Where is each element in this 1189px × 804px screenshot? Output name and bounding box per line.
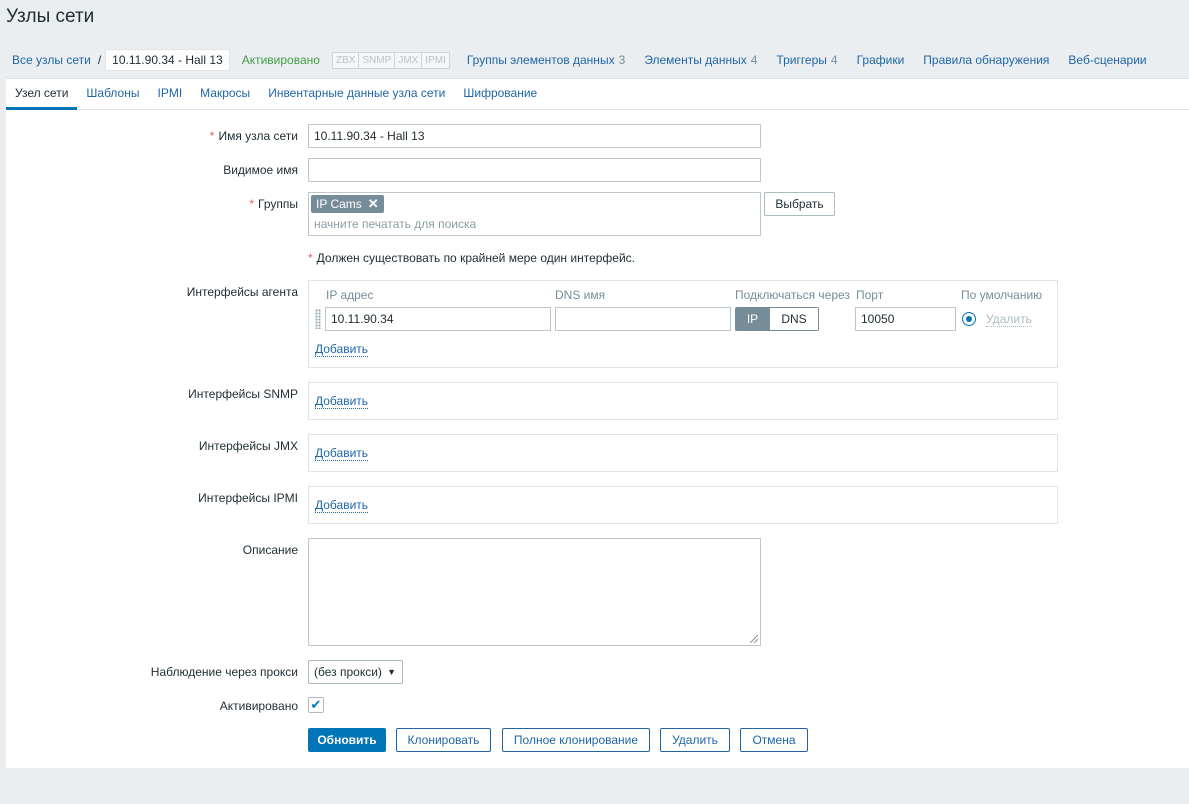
breadcrumb-current-host: 10.11.90.34 - Hall 13 bbox=[105, 49, 230, 71]
ipmi-interfaces-label: Интерфейсы IPMI bbox=[198, 491, 298, 505]
nav-web-scenarios[interactable]: Веб-сценарии bbox=[1068, 53, 1146, 67]
tab-inventory[interactable]: Инвентарные данные узла сети bbox=[259, 79, 454, 109]
agent-dns-input[interactable] bbox=[555, 307, 731, 331]
enabled-checkbox[interactable]: ✔ bbox=[308, 697, 324, 713]
proxy-select[interactable]: (без прокси) ▼ bbox=[308, 660, 403, 684]
tab-macros[interactable]: Макросы bbox=[191, 79, 259, 109]
host-status-enabled[interactable]: Активировано bbox=[242, 53, 320, 67]
availability-jmx: JMX bbox=[395, 51, 423, 69]
groups-label-text: Группы bbox=[258, 197, 298, 211]
form-tabs: Узел сети Шаблоны IPMI Макросы Инвентарн… bbox=[6, 79, 1189, 110]
select-groups-button[interactable]: Выбрать bbox=[764, 192, 835, 216]
nav-triggers-count: 4 bbox=[830, 53, 838, 67]
agent-interfaces-table: IP адрес DNS имя Подключаться через Порт… bbox=[308, 280, 1058, 368]
nav-items[interactable]: Элементы данных 4 bbox=[644, 53, 757, 67]
jmx-interfaces-label: Интерфейсы JMX bbox=[198, 439, 298, 453]
group-chip-label: IP Cams bbox=[316, 197, 362, 211]
header-ip: IP адрес bbox=[326, 288, 374, 302]
host-name-label-text: Имя узла сети bbox=[218, 129, 298, 143]
update-button[interactable]: Обновить bbox=[308, 728, 386, 752]
resize-grip-icon[interactable] bbox=[750, 635, 758, 643]
connect-via-toggle: IP DNS bbox=[735, 307, 819, 331]
availability-indicators: ZBX SNMP JMX IPMI bbox=[331, 51, 450, 69]
required-mark: * bbox=[209, 129, 215, 143]
nav-items-label: Элементы данных bbox=[644, 53, 747, 67]
page-title: Узлы сети bbox=[6, 6, 95, 27]
nav-triggers-label: Триггеры bbox=[776, 53, 827, 67]
header-connect: Подключаться через bbox=[735, 288, 850, 302]
delete-button[interactable]: Удалить bbox=[660, 728, 730, 752]
visible-name-input[interactable] bbox=[308, 158, 761, 182]
snmp-interfaces-box: Добавить bbox=[308, 382, 1058, 420]
groups-label: * Группы bbox=[6, 197, 298, 211]
host-navigation: Все узлы сети / 10.11.90.34 - Hall 13 Ак… bbox=[6, 48, 1189, 72]
breadcrumb-all-hosts[interactable]: Все узлы сети bbox=[12, 53, 91, 67]
connect-dns-option[interactable]: DNS bbox=[770, 307, 819, 331]
availability-ipmi: IPMI bbox=[422, 51, 450, 69]
dropdown-arrow-icon: ▼ bbox=[387, 667, 396, 677]
group-chip: IP Cams ✕ bbox=[311, 195, 384, 213]
drag-handle-icon[interactable] bbox=[315, 309, 321, 329]
agent-interfaces-label: Интерфейсы агента bbox=[186, 285, 298, 299]
add-jmx-interface-link[interactable]: Добавить bbox=[315, 446, 369, 461]
description-textarea[interactable] bbox=[308, 538, 761, 646]
host-name-input[interactable] bbox=[308, 124, 761, 148]
connect-ip-option[interactable]: IP bbox=[735, 307, 770, 331]
tab-host[interactable]: Узел сети bbox=[6, 79, 78, 110]
host-form-panel: Узел сети Шаблоны IPMI Макросы Инвентарн… bbox=[6, 78, 1189, 768]
host-name-label: * Имя узла сети bbox=[6, 129, 298, 143]
nav-applications-count: 3 bbox=[618, 53, 626, 67]
remove-chip-icon[interactable]: ✕ bbox=[368, 195, 379, 213]
proxy-label: Наблюдение через прокси bbox=[150, 665, 298, 679]
add-ipmi-interface-link[interactable]: Добавить bbox=[315, 498, 369, 513]
nav-applications-label: Группы элементов данных bbox=[466, 53, 615, 67]
required-mark: * bbox=[308, 251, 313, 265]
tab-templates[interactable]: Шаблоны bbox=[77, 79, 148, 109]
agent-port-input[interactable] bbox=[855, 307, 956, 331]
required-mark: * bbox=[249, 197, 255, 211]
remove-interface-link: Удалить bbox=[986, 312, 1032, 327]
header-default: По умолчанию bbox=[961, 288, 1043, 302]
ipmi-interfaces-box: Добавить bbox=[308, 486, 1058, 524]
nav-items-count: 4 bbox=[750, 53, 758, 67]
enabled-label: Активировано bbox=[219, 699, 298, 713]
groups-multiselect[interactable]: IP Cams ✕ начните печатать для поиска bbox=[308, 192, 761, 236]
nav-discovery-rules[interactable]: Правила обнаружения bbox=[923, 53, 1049, 67]
clone-button[interactable]: Клонировать bbox=[396, 728, 491, 752]
jmx-interfaces-box: Добавить bbox=[308, 434, 1058, 472]
breadcrumb-separator: / bbox=[97, 53, 102, 67]
add-snmp-interface-link[interactable]: Добавить bbox=[315, 394, 369, 409]
availability-zbx: ZBX bbox=[331, 51, 360, 69]
interface-warning: * Должен существовать по крайней мере оди… bbox=[308, 251, 635, 265]
description-label: Описание bbox=[242, 543, 298, 557]
availability-snmp: SNMP bbox=[359, 51, 396, 69]
visible-name-label: Видимое имя bbox=[223, 163, 298, 177]
groups-search-placeholder[interactable]: начните печатать для поиска bbox=[314, 217, 476, 231]
cancel-button[interactable]: Отмена bbox=[740, 728, 808, 752]
nav-applications[interactable]: Группы элементов данных 3 bbox=[467, 53, 625, 67]
tab-encryption[interactable]: Шифрование bbox=[454, 79, 546, 109]
nav-triggers[interactable]: Триггеры 4 bbox=[776, 53, 837, 67]
nav-graphs[interactable]: Графики bbox=[857, 53, 905, 67]
default-interface-radio[interactable] bbox=[962, 312, 976, 326]
tab-ipmi[interactable]: IPMI bbox=[148, 79, 191, 109]
snmp-interfaces-label: Интерфейсы SNMP bbox=[188, 387, 298, 401]
full-clone-button[interactable]: Полное клонирование bbox=[502, 728, 650, 752]
header-dns: DNS имя bbox=[555, 288, 606, 302]
add-agent-interface-link[interactable]: Добавить bbox=[315, 342, 369, 357]
proxy-select-value: (без прокси) bbox=[314, 665, 382, 679]
interface-warning-text: Должен существовать по крайней мере один… bbox=[316, 251, 636, 265]
agent-ip-input[interactable] bbox=[325, 307, 551, 331]
header-port: Порт bbox=[856, 288, 884, 302]
